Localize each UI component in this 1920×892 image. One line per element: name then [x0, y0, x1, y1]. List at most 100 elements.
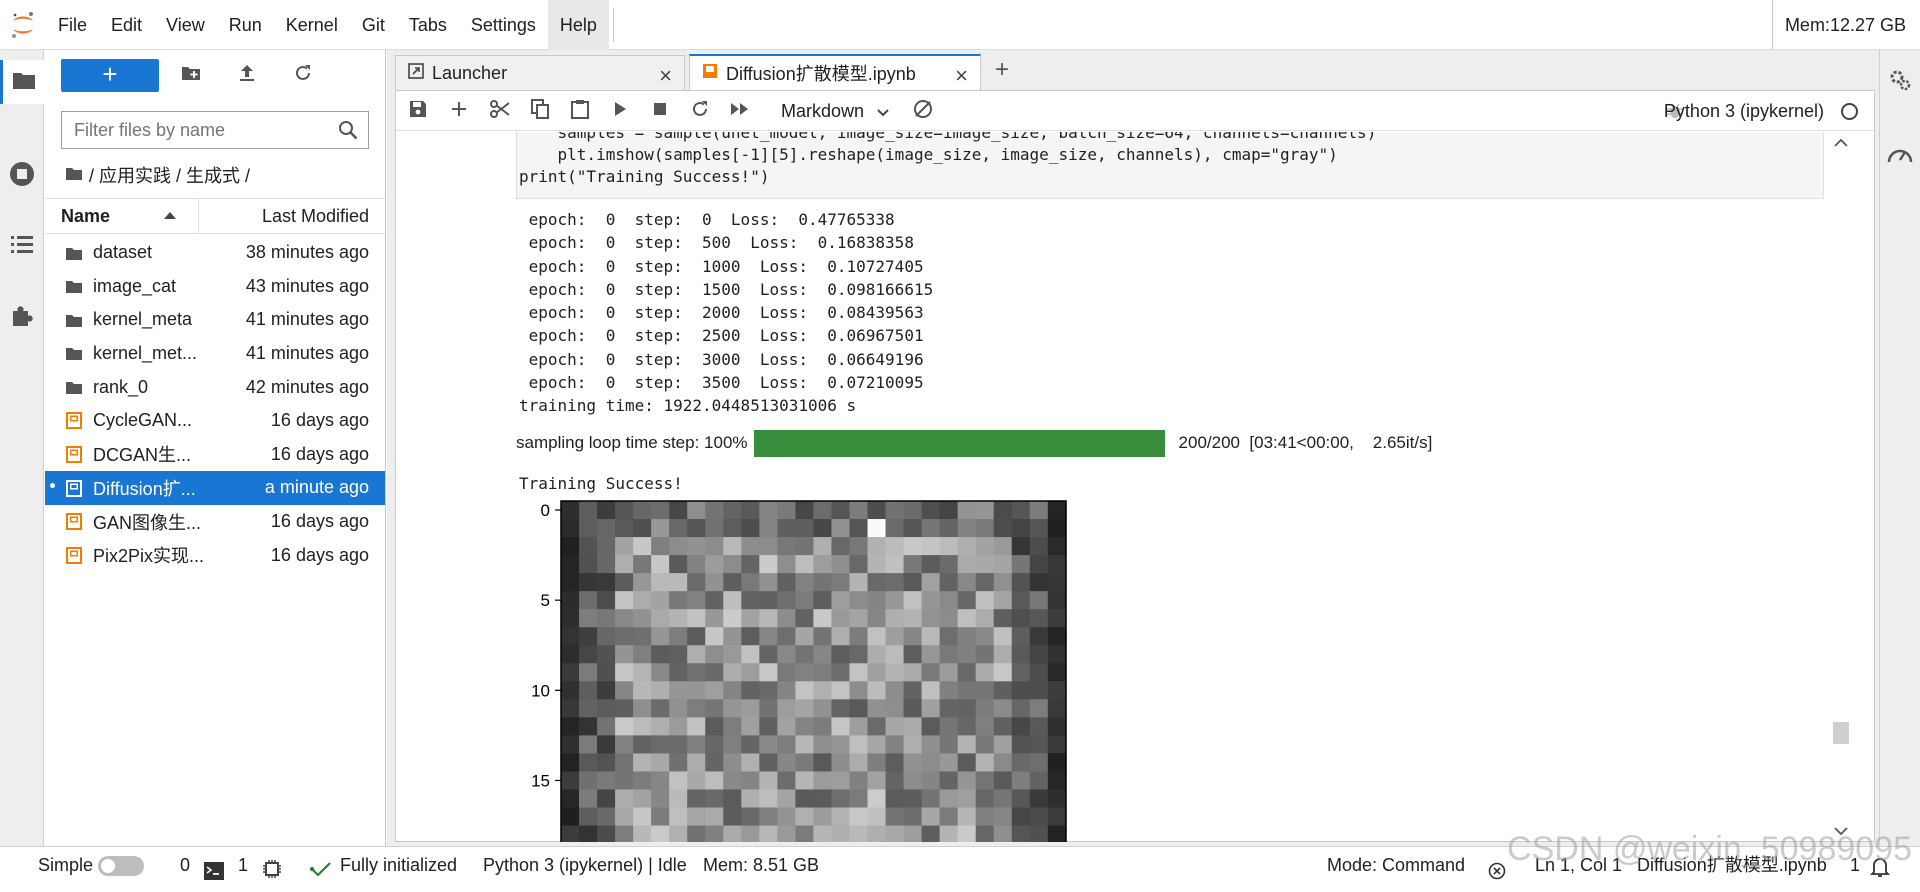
breadcrumb-path[interactable]: / 应用实践 / 生成式 /: [89, 162, 250, 188]
debugger-tab[interactable]: [1880, 134, 1920, 178]
interrupt-kernel-button[interactable]: [648, 99, 672, 123]
tab-notebook[interactable]: Diffusion扩散模型.ipynb ×: [689, 54, 981, 90]
code-cell[interactable]: samples = sample(unet_model, image_size=…: [516, 132, 1824, 199]
kernel-count[interactable]: 1: [238, 847, 248, 883]
image-pixel: [777, 591, 796, 610]
restart-run-all-button[interactable]: [728, 99, 752, 123]
image-pixel: [651, 807, 670, 827]
image-pixel: [597, 789, 616, 809]
close-icon[interactable]: ×: [955, 63, 968, 89]
file-row[interactable]: dataset 38 minutes ago: [45, 236, 385, 270]
image-pixel: [831, 771, 851, 791]
property-inspector-tab[interactable]: [1880, 60, 1920, 104]
menu-view[interactable]: View: [154, 0, 217, 50]
running-sessions-tab[interactable]: [0, 154, 44, 198]
run-cell-button[interactable]: [608, 99, 632, 123]
name-column-header[interactable]: Name: [45, 199, 199, 233]
kernel-name-button[interactable]: Python 3 (ipykernel): [1664, 91, 1824, 131]
menu-tabs[interactable]: Tabs: [397, 0, 459, 50]
save-button[interactable]: [406, 99, 430, 123]
paste-button[interactable]: [568, 99, 592, 123]
notebook-content[interactable]: samples = sample(unet_model, image_size=…: [396, 132, 1852, 842]
cut-button[interactable]: [488, 99, 512, 123]
image-pixel: [777, 519, 796, 538]
tab-launcher[interactable]: Launcher ×: [395, 55, 685, 90]
cell-type-select[interactable]: Markdown: [781, 91, 889, 131]
file-row[interactable]: kernel_met... 41 minutes ago: [45, 337, 385, 371]
scroll-thumb[interactable]: [1833, 722, 1849, 744]
image-pixel: [849, 753, 869, 773]
menu-run[interactable]: Run: [217, 0, 274, 50]
new-folder-button[interactable]: [178, 62, 204, 88]
image-pixel: [705, 609, 724, 628]
close-icon[interactable]: ×: [659, 63, 672, 89]
file-row[interactable]: GAN图像生... 16 days ago: [45, 505, 385, 539]
image-pixel: [813, 591, 833, 610]
insert-cell-button[interactable]: [447, 99, 471, 123]
menu-help[interactable]: Help: [547, 0, 609, 50]
image-pixel: [795, 609, 815, 628]
last-modified-column-header[interactable]: Last Modified: [262, 199, 369, 233]
file-row[interactable]: rank_0 42 minutes ago: [45, 370, 385, 404]
menu-file[interactable]: File: [46, 0, 99, 50]
scroll-up-icon[interactable]: [1834, 138, 1848, 147]
image-pixel: [939, 501, 959, 520]
upload-button[interactable]: [234, 62, 260, 88]
file-row[interactable]: Diffusion扩... a minute ago: [45, 471, 385, 505]
file-browser-tab[interactable]: [0, 60, 44, 104]
refresh-button[interactable]: [290, 62, 316, 88]
image-pixel: [579, 537, 598, 556]
image-pixel: [903, 501, 923, 520]
image-pixel: [1029, 609, 1049, 628]
running-dot-icon: [50, 483, 55, 489]
stop-circle-icon: [9, 161, 35, 192]
extensions-tab[interactable]: [0, 296, 44, 340]
image-pixel: [597, 825, 616, 842]
restart-kernel-button[interactable]: [688, 99, 712, 123]
file-row[interactable]: kernel_meta 41 minutes ago: [45, 303, 385, 337]
image-pixel: [903, 663, 923, 682]
image-pixel: [975, 519, 995, 538]
image-pixel: [849, 501, 869, 520]
image-pixel: [975, 627, 995, 646]
table-of-contents-tab[interactable]: [0, 224, 44, 268]
save-icon: [409, 100, 427, 123]
error-circle-icon[interactable]: [1488, 856, 1506, 880]
menu-edit[interactable]: Edit: [99, 0, 154, 50]
notebook-scrollbar[interactable]: [1830, 132, 1852, 842]
menu-git[interactable]: Git: [350, 0, 397, 50]
image-pixel: [831, 699, 851, 718]
file-row[interactable]: CycleGAN... 16 days ago: [45, 404, 385, 438]
file-filter-input[interactable]: [62, 112, 332, 148]
folder-icon[interactable]: [65, 165, 83, 186]
image-pixel: [867, 789, 887, 809]
menu-kernel[interactable]: Kernel: [274, 0, 350, 50]
image-pixel: [957, 789, 977, 809]
image-pixel: [939, 627, 959, 646]
kernel-status-text[interactable]: Python 3 (ipykernel) | Idle: [483, 847, 687, 883]
image-pixel: [921, 663, 941, 682]
image-pixel: [723, 645, 742, 664]
file-row[interactable]: DCGAN生... 16 days ago: [45, 438, 385, 472]
git-diff-button[interactable]: [911, 99, 935, 123]
notebook-icon: [702, 63, 718, 84]
file-row[interactable]: Pix2Pix实现... 16 days ago: [45, 538, 385, 572]
simple-mode-toggle[interactable]: [98, 856, 144, 876]
file-row[interactable]: image_cat 43 minutes ago: [45, 270, 385, 304]
image-pixel: [633, 825, 652, 842]
image-pixel: [1011, 735, 1031, 755]
play-icon: [613, 101, 627, 122]
copy-button[interactable]: [528, 98, 552, 124]
terminal-count[interactable]: 0: [180, 847, 190, 883]
image-pixel: [849, 789, 869, 809]
stdout-line: epoch: 0 step: 2500 Loss: 0.06967501: [519, 326, 924, 346]
image-pixel: [885, 591, 905, 610]
new-tab-button[interactable]: +: [985, 55, 1019, 89]
menu-settings[interactable]: Settings: [459, 0, 548, 50]
new-launcher-button[interactable]: +: [61, 59, 159, 92]
command-mode-status[interactable]: Mode: Command: [1327, 847, 1465, 883]
copy-icon: [531, 98, 549, 124]
image-pixel: [705, 555, 724, 574]
image-pixel: [723, 609, 742, 628]
image-pixel: [759, 807, 778, 827]
